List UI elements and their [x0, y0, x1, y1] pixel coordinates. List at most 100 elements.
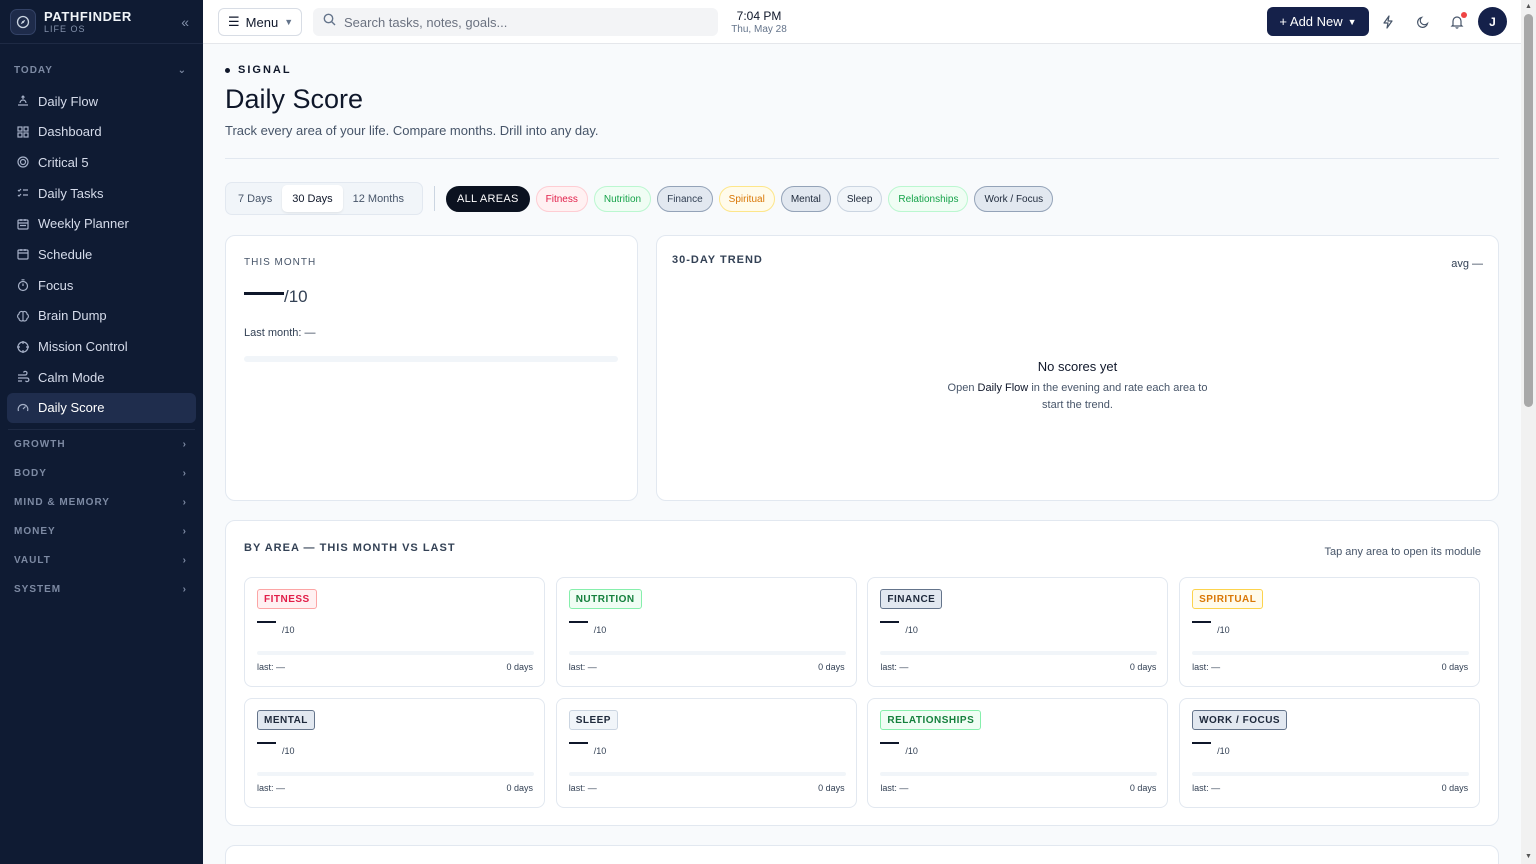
chip-all-areas[interactable]: ALL AREAS — [446, 186, 530, 212]
by-area-hint: Tap any area to open its module — [1324, 546, 1481, 558]
section-label: SYSTEM — [14, 583, 62, 595]
sidebar-item-critical-5[interactable]: Critical 5 — [7, 147, 196, 177]
by-area-title: BY AREA — THIS MONTH VS LAST — [244, 542, 456, 554]
section-body[interactable]: BODY › — [0, 459, 203, 488]
area-score: /10 — [1192, 742, 1230, 756]
range-30-days-button[interactable]: 30 Days — [282, 185, 343, 212]
add-new-label: + Add New — [1279, 14, 1343, 29]
chevron-down-icon: ▼ — [284, 17, 294, 27]
month-score: /10 — [244, 287, 308, 307]
sidebar-item-daily-score[interactable]: Daily Score — [7, 392, 196, 423]
search-input[interactable] — [344, 14, 704, 30]
section-label: MONEY — [14, 525, 56, 537]
by-area-card: BY AREA — THIS MONTH VS LAST Tap any are… — [225, 520, 1499, 826]
section-system[interactable]: SYSTEM › — [0, 575, 203, 604]
area-card-work-focus[interactable]: WORK / FOCUS/10 last: — 0 days — [1179, 698, 1481, 808]
scroll-up-icon[interactable]: ▲ — [1524, 3, 1533, 11]
brand: PATHFINDER LIFE OS « — [0, 0, 203, 44]
clock-time: 7:04 PM — [736, 9, 782, 23]
menu-button[interactable]: ☰ Menu ▼ — [218, 8, 302, 36]
clock: 7:04 PM Thu, May 28 — [729, 9, 789, 35]
sidebar-item-calm-mode[interactable]: Calm Mode — [7, 362, 196, 392]
month-progress-track — [244, 356, 618, 362]
area-badge: SLEEP — [568, 710, 618, 730]
topbar: ☰ Menu ▼ 7:04 PM Thu, May 28 + Add New ▼… — [203, 0, 1521, 44]
scrollbar[interactable]: ▲ ▼ — [1521, 0, 1536, 864]
area-last: last: — — [257, 783, 286, 793]
sidebar-item-daily-tasks[interactable]: Daily Tasks — [7, 178, 196, 208]
chevron-right-icon: › — [182, 496, 187, 508]
scroll-down-icon[interactable]: ▼ — [1524, 853, 1533, 861]
area-days: 0 days — [1441, 662, 1469, 672]
sidebar-item-label: Focus — [38, 277, 74, 293]
sidebar-item-mission-control[interactable]: Mission Control — [7, 332, 196, 362]
trend-title: 30-DAY TREND — [672, 254, 763, 266]
sidebar: PATHFINDER LIFE OS « TODAY ⌄ Daily Flow D… — [0, 0, 203, 864]
chip-relationships[interactable]: Relationships — [888, 186, 969, 212]
daily-flow-link[interactable]: Daily Flow — [978, 382, 1029, 394]
area-filter-chips: ALL AREAS Fitness Nutrition Finance Spiritu… — [446, 186, 1054, 212]
bell-icon[interactable] — [1446, 11, 1468, 33]
section-label: BODY — [14, 467, 47, 479]
page-subtitle: Track every area of your life. Compare m… — [225, 123, 599, 138]
area-progress-track — [568, 772, 846, 776]
sidebar-item-label: Mission Control — [38, 339, 128, 354]
scrollbar-thumb[interactable] — [1524, 14, 1533, 407]
section-money[interactable]: MONEY › — [0, 517, 203, 546]
section-label: MIND & MEMORY — [14, 496, 110, 508]
section-vault[interactable]: VAULT › — [0, 546, 203, 575]
range-7-days-button[interactable]: 7 Days — [228, 185, 282, 212]
collapse-sidebar-icon[interactable]: « — [177, 12, 193, 32]
area-last: last: — — [880, 662, 909, 672]
chevron-right-icon: › — [182, 438, 187, 450]
section-label: GROWTH — [14, 438, 66, 450]
chip-finance[interactable]: Finance — [657, 186, 713, 212]
search-icon — [323, 13, 336, 31]
area-score: /10 — [257, 621, 295, 635]
chip-mental[interactable]: Mental — [780, 186, 831, 212]
area-score: /10 — [880, 742, 918, 756]
list-check-icon — [16, 186, 30, 200]
sidebar-item-weekly-planner[interactable]: Weekly Planner — [7, 209, 196, 239]
area-card-relationships[interactable]: RELATIONSHIPS/10 last: — 0 days — [867, 698, 1169, 808]
sidebar-item-label: Schedule — [38, 246, 93, 262]
lightning-icon[interactable] — [1377, 11, 1399, 33]
area-days: 0 days — [818, 783, 845, 793]
timer-icon — [16, 278, 30, 292]
sidebar-item-brain-dump[interactable]: Brain Dump — [7, 301, 196, 331]
area-card-sleep[interactable]: SLEEP/10 last: — 0 days — [555, 698, 857, 808]
chevron-right-icon: › — [182, 554, 187, 566]
section-today[interactable]: TODAY ⌄ — [0, 56, 203, 85]
sidebar-item-focus[interactable]: Focus — [7, 270, 196, 300]
eyebrow-label: SIGNAL — [238, 64, 292, 76]
section-growth[interactable]: GROWTH › — [0, 430, 203, 459]
area-card-nutrition[interactable]: NUTRITION/10 last: — 0 days — [555, 577, 857, 687]
trend-empty-state: No scores yet Open Daily Flow in the eve… — [657, 359, 1498, 414]
grid-icon — [16, 125, 30, 139]
avatar[interactable]: J — [1478, 7, 1507, 36]
area-badge: SPIRITUAL — [1192, 589, 1264, 609]
area-score-empty-dash — [1192, 621, 1212, 623]
area-card-spiritual[interactable]: SPIRITUAL/10 last: — 0 days — [1179, 577, 1481, 687]
area-card-mental[interactable]: MENTAL/10 last: — 0 days — [244, 698, 545, 808]
area-card-finance[interactable]: FINANCE/10 last: — 0 days — [867, 577, 1169, 687]
section-mind-memory[interactable]: MIND & MEMORY › — [0, 488, 203, 517]
chip-sleep[interactable]: Sleep — [836, 186, 883, 212]
sidebar-item-dashboard[interactable]: Dashboard — [7, 117, 196, 147]
chevron-down-icon: ▼ — [1347, 16, 1357, 27]
sidebar-item-schedule[interactable]: Schedule — [7, 239, 196, 269]
chip-fitness[interactable]: Fitness — [535, 186, 588, 212]
empty-title: No scores yet — [1037, 359, 1118, 374]
sidebar-item-daily-flow[interactable]: Daily Flow — [7, 86, 196, 116]
filter-divider — [434, 186, 435, 211]
add-new-button[interactable]: + Add New ▼ — [1267, 7, 1369, 36]
main-content: SIGNAL Daily Score Track every area of y… — [203, 44, 1521, 864]
chip-work-focus[interactable]: Work / Focus — [974, 186, 1054, 212]
moon-icon[interactable] — [1412, 11, 1434, 33]
this-month-label: THIS MONTH — [244, 257, 317, 268]
chip-spiritual[interactable]: Spiritual — [718, 186, 775, 212]
area-progress-track — [1192, 651, 1470, 655]
chip-nutrition[interactable]: Nutrition — [593, 186, 652, 212]
range-12-months-button[interactable]: 12 Months — [343, 185, 414, 212]
area-card-fitness[interactable]: FITNESS/10 last: — 0 days — [244, 577, 545, 687]
